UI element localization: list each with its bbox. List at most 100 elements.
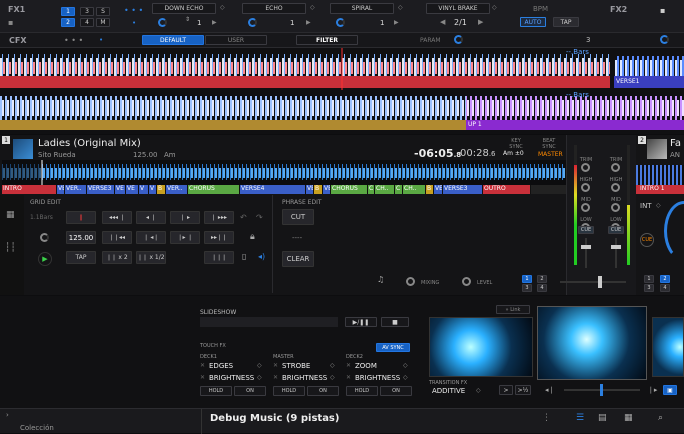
xf-assign-r2[interactable]: 2 xyxy=(660,275,670,283)
fx1-auto-button[interactable]: AUTO xyxy=(520,17,546,27)
fx1-vinyl-updown-icon[interactable]: ◇ xyxy=(492,4,497,11)
touchfx-deck1-fx-b[interactable]: BRIGHTNESS xyxy=(209,374,254,382)
touchfx-deck2-fx-a[interactable]: ZOOM xyxy=(355,362,377,370)
grid-undo-icon[interactable]: ↶ xyxy=(240,213,247,222)
grid-shift-right-fast-button[interactable]: ❘ ▸▸▸ xyxy=(204,211,234,224)
grid-stretch-out-button[interactable]: ❘▸ ❘ xyxy=(170,231,200,244)
touchfx-deck1-on[interactable]: ON xyxy=(234,386,266,396)
cfx-user-button[interactable]: USER xyxy=(205,35,267,45)
fx1-effect-2-select[interactable]: ECHO xyxy=(242,3,306,14)
fx1-effect-3-updown-icon[interactable]: ◇ xyxy=(398,4,403,11)
library-detail-view-icon[interactable]: ▤ xyxy=(598,413,607,423)
grid-half-button[interactable]: ❘❘ x 1/2 xyxy=(136,251,166,264)
deck1-beat-sync-label[interactable]: BEAT SYNC xyxy=(538,138,560,150)
phrase-segment[interactable]: VE xyxy=(434,185,443,194)
phrase-segment[interactable]: VERSE4 xyxy=(240,185,306,194)
deck1-phrase-bar[interactable]: INTROVEVER..VERSE3VEVEVVBVER..CHORUSVERS… xyxy=(2,185,566,194)
fx1-beat-prev-icon[interactable]: ◀ xyxy=(440,18,445,26)
deck2-jog-wheel[interactable] xyxy=(664,201,684,261)
transition-fx-updown[interactable]: ◇ xyxy=(476,387,481,394)
grid-view-icon[interactable]: ▦ xyxy=(6,210,15,220)
video-output-button[interactable]: ▣ xyxy=(663,385,677,395)
transition-half-button[interactable]: >½ xyxy=(515,385,531,395)
fx1-effect-2-updown-icon[interactable]: ◇ xyxy=(310,4,315,11)
video-preview-master[interactable] xyxy=(537,306,647,380)
fx1-effect-3-select[interactable]: SPIRAL xyxy=(330,3,394,14)
touchfx-deck1-hold[interactable]: HOLD xyxy=(200,386,232,396)
xf-assign-2[interactable]: 2 xyxy=(537,275,547,283)
deck1-cue-button[interactable]: CUE xyxy=(578,226,594,234)
grid-tap-button[interactable]: TAP xyxy=(66,251,96,264)
fx1-slot-4[interactable]: 4 xyxy=(80,18,94,27)
phrase-segment[interactable]: B xyxy=(426,185,434,194)
phrase-segment[interactable]: VE xyxy=(57,185,65,194)
transition-fx-value[interactable]: ADDITIVE xyxy=(432,387,465,395)
touchfx-deck2-fx-b-updown[interactable]: ◇ xyxy=(403,374,408,381)
deck2-cue-button[interactable]: CUE xyxy=(608,226,624,234)
touchfx-deck1-fx-b-updown[interactable]: ◇ xyxy=(257,374,262,381)
phrase-segment[interactable]: VE xyxy=(306,185,314,194)
video-next-icon[interactable]: ❘▸ xyxy=(648,386,657,394)
library-more-icon[interactable]: ⋮ xyxy=(542,413,551,423)
deck2-zoom-waveform[interactable]: --.Bars UP 1 xyxy=(0,90,684,134)
fx1-vinyl-brake-select[interactable]: VINYL BRAKE xyxy=(426,3,490,14)
touchfx-master-fx-b-updown[interactable]: ◇ xyxy=(330,374,335,381)
touchfx-deck1-fx-a[interactable]: EDGES xyxy=(209,362,233,370)
fx1-slot-1[interactable]: 1 xyxy=(61,7,75,16)
crossfader-handle[interactable] xyxy=(598,276,602,288)
fx1-slot-m[interactable]: M xyxy=(96,18,110,27)
grid-lock-icon[interactable]: 🔒︎ xyxy=(250,232,255,242)
grid-double-button[interactable]: ❘❘ x 2 xyxy=(102,251,132,264)
video-prev-icon[interactable]: ◂❘ xyxy=(545,386,554,394)
deck2-channel-fader[interactable] xyxy=(611,245,621,249)
fx1-toggle[interactable]: ▪ xyxy=(8,18,18,28)
slideshow-stop-button[interactable]: ■ xyxy=(381,317,409,327)
deck2-int-label[interactable]: INT xyxy=(640,202,652,210)
xf-assign-r1[interactable]: 1 xyxy=(644,275,654,283)
phrase-segment[interactable]: B xyxy=(157,185,166,194)
touchfx-master-hold[interactable]: HOLD xyxy=(273,386,305,396)
phrase-cut-button[interactable]: CUT xyxy=(282,209,314,225)
xf-assign-r3[interactable]: 3 xyxy=(644,284,654,292)
waveform-view-icon[interactable]: ┆┆ xyxy=(5,243,16,253)
deck1-trim-knob[interactable] xyxy=(581,163,590,172)
phrase-segment[interactable]: V xyxy=(139,185,149,194)
fx1-slot-2[interactable]: 2 xyxy=(61,18,75,27)
deck2-phrase-intro[interactable]: INTRO 1 xyxy=(636,185,684,194)
deck1-hi-knob[interactable] xyxy=(581,183,590,192)
phrase-segment[interactable]: VE xyxy=(115,185,126,194)
fx1-effect-3-knob[interactable] xyxy=(336,18,345,27)
cfx2-knob[interactable] xyxy=(660,35,669,44)
phrase-segment[interactable]: VERSE3 xyxy=(443,185,483,194)
phrase-segment[interactable]: CHORUS xyxy=(188,185,240,194)
library-list-view-icon[interactable]: ☰ xyxy=(576,413,584,423)
deck1-channel-fader[interactable] xyxy=(581,245,591,249)
grid-tempo-knob[interactable] xyxy=(40,233,49,242)
phrase-segment[interactable]: VER.. xyxy=(65,185,87,194)
touchfx-deck2-on[interactable]: ON xyxy=(380,386,412,396)
deck2-hi-knob[interactable] xyxy=(611,183,620,192)
grid-play-button[interactable]: ▶ xyxy=(38,252,52,266)
grid-sound-icon[interactable]: ◂) xyxy=(258,252,265,261)
video-preview-left[interactable] xyxy=(429,317,533,377)
phrase-clear-button[interactable]: CLEAR xyxy=(282,251,314,267)
fx1-effect-1-knob[interactable] xyxy=(158,18,167,27)
fx1-effect-3-arrow-icon[interactable]: ▶ xyxy=(394,19,399,26)
xf-assign-1[interactable]: 1 xyxy=(522,275,532,283)
phrase-segment[interactable]: OUTRO xyxy=(483,185,531,194)
video-link-button[interactable]: » Link xyxy=(496,305,530,314)
touchfx-master-fx-a[interactable]: STROBE xyxy=(282,362,310,370)
phrase-segment[interactable]: VER.. xyxy=(166,185,188,194)
library-expand-icon[interactable]: › xyxy=(6,411,9,419)
touchfx-master-fx-a-updown[interactable]: ◇ xyxy=(330,362,335,369)
phrase-segment[interactable]: INTRO xyxy=(2,185,57,194)
touchfx-master-fx-b[interactable]: BRIGHTNESS xyxy=(282,374,327,382)
library-grid-view-icon[interactable]: ▦ xyxy=(624,413,633,423)
touchfx-deck2-fx-a-updown[interactable]: ◇ xyxy=(403,362,408,369)
phrase-segment[interactable]: CH.. xyxy=(403,185,426,194)
xf-assign-4[interactable]: 4 xyxy=(537,284,547,292)
phrase-segment[interactable]: C xyxy=(368,185,375,194)
phrase-segment[interactable]: VE xyxy=(126,185,139,194)
slideshow-play-pause-button[interactable]: ▶/❚❚ xyxy=(345,317,377,327)
phrase-segment[interactable]: CH.. xyxy=(375,185,395,194)
